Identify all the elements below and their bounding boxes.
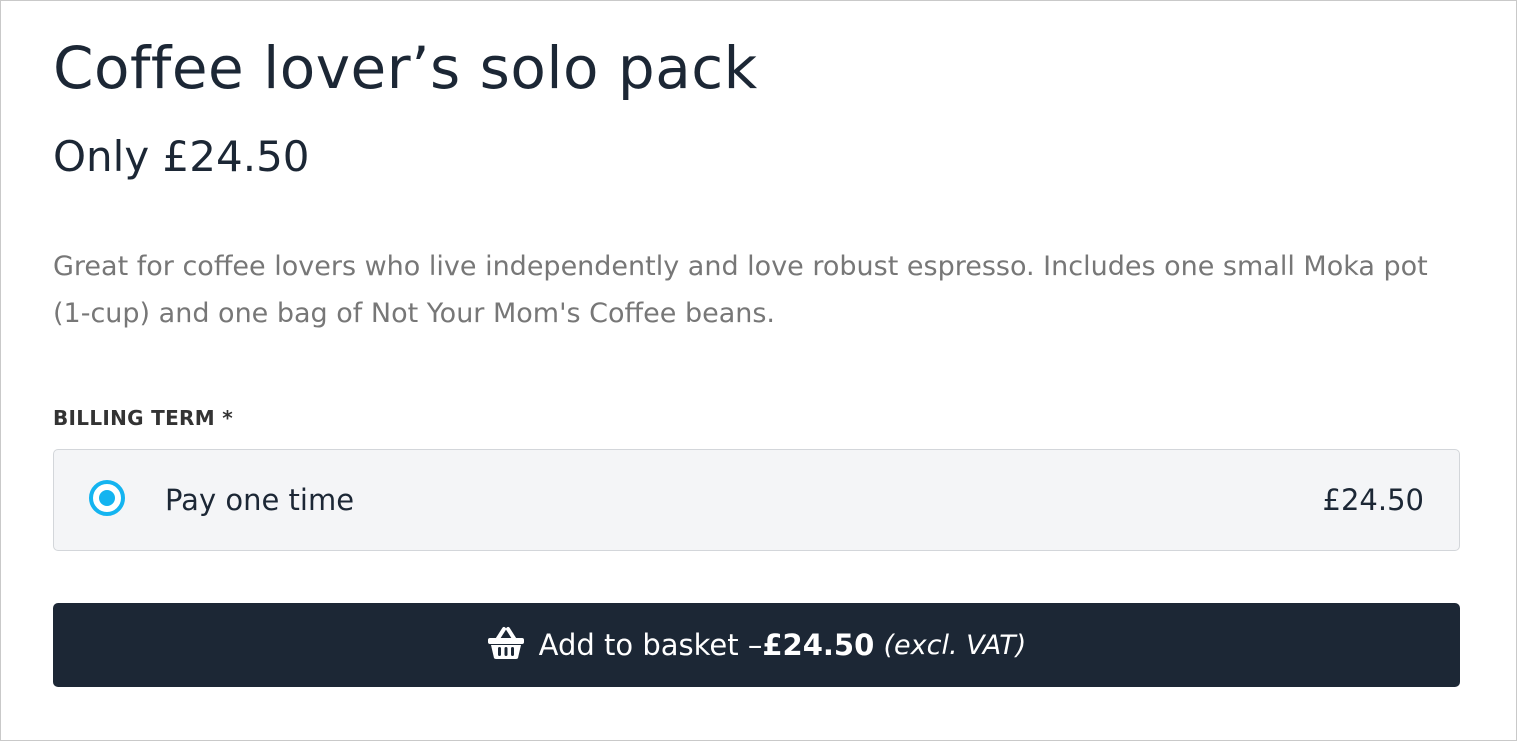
add-to-basket-label: Add to basket – xyxy=(538,628,763,662)
product-description: Great for coffee lovers who live indepen… xyxy=(53,251,1428,329)
product-card: Coffee lover’s solo pack Only £24.50 Gre… xyxy=(0,0,1517,741)
billing-option-price: £24.50 xyxy=(1322,483,1424,517)
billing-term-label: BILLING TERM * xyxy=(53,406,233,430)
radio-selected-dot xyxy=(99,490,115,506)
product-price: Only £24.50 xyxy=(53,132,310,181)
vat-note: (excl. VAT) xyxy=(883,629,1027,661)
basket-icon xyxy=(487,627,524,659)
billing-option-label: Pay one time xyxy=(165,483,355,517)
add-to-basket-button[interactable]: Add to basket – £24.50 (excl. VAT) xyxy=(53,603,1460,687)
product-title: Coffee lover’s solo pack xyxy=(53,34,758,102)
add-to-basket-price: £24.50 xyxy=(762,628,875,662)
billing-option-pay-one-time[interactable]: Pay one time £24.50 xyxy=(53,449,1460,551)
radio-button-selected[interactable] xyxy=(89,480,125,516)
